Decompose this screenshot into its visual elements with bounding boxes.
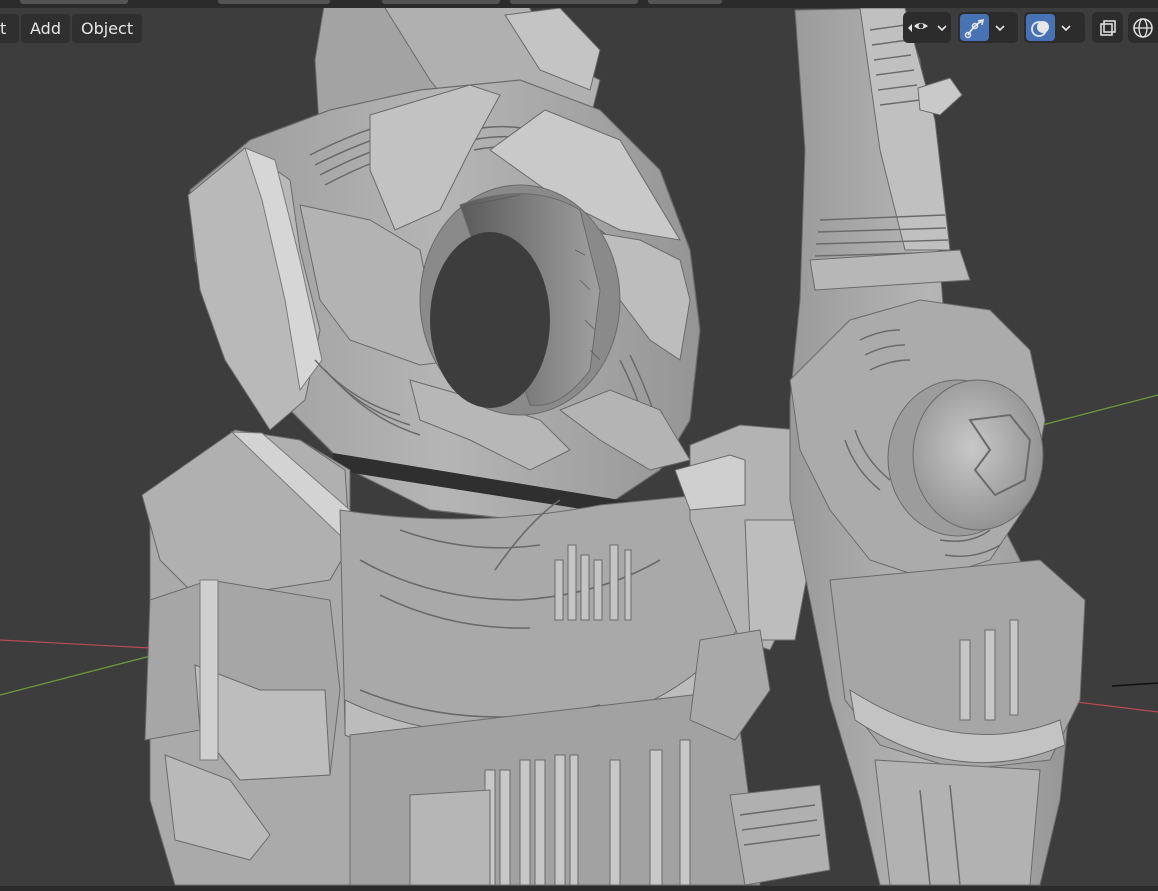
gizmo-icon[interactable] bbox=[960, 14, 989, 41]
viewport-bottom-edge bbox=[0, 886, 1158, 891]
shading-mode-group[interactable] bbox=[1128, 12, 1158, 43]
overlays-dropdown[interactable] bbox=[1024, 12, 1085, 43]
previous-header-strip bbox=[0, 0, 1158, 8]
chevron-down-icon[interactable] bbox=[933, 14, 951, 41]
header-fragment bbox=[382, 0, 500, 4]
gizmo-dropdown[interactable] bbox=[958, 12, 1018, 43]
header-fragment bbox=[20, 0, 128, 4]
chevron-down-icon[interactable] bbox=[1057, 14, 1075, 41]
main-armor-body bbox=[141, 0, 831, 886]
wireframe-shading-icon[interactable] bbox=[1130, 14, 1156, 41]
viewport-scene bbox=[0, 0, 1158, 886]
header-fragment bbox=[510, 0, 638, 4]
3d-viewport[interactable]: t Add Object bbox=[0, 0, 1158, 891]
central-hole bbox=[430, 232, 550, 408]
stray-edge-line bbox=[1111, 682, 1158, 687]
xray-toggle[interactable] bbox=[1092, 12, 1123, 43]
viewport-tools bbox=[0, 12, 1158, 43]
overlays-icon[interactable] bbox=[1026, 14, 1055, 41]
visibility-dropdown[interactable] bbox=[903, 12, 951, 43]
chevron-down-icon[interactable] bbox=[991, 14, 1009, 41]
x-axis-line bbox=[0, 639, 151, 649]
staff-disk bbox=[912, 379, 1044, 531]
header-fragment bbox=[648, 0, 722, 4]
visibility-eye-icon[interactable] bbox=[905, 14, 931, 41]
staff-weapon bbox=[789, 7, 1086, 886]
header-fragment bbox=[218, 0, 330, 4]
xray-toggle-icon[interactable] bbox=[1094, 14, 1121, 41]
